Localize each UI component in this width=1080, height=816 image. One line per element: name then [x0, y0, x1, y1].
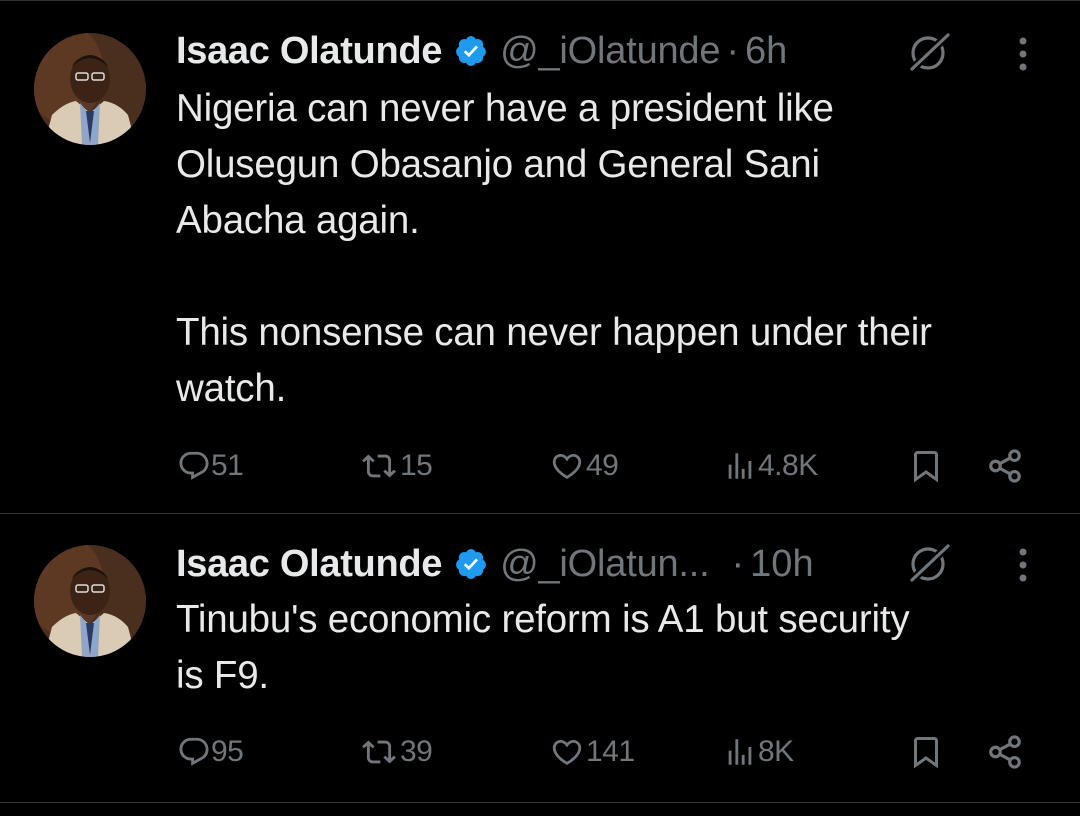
share-icon [989, 735, 1021, 769]
more-icon[interactable] [1018, 547, 1028, 583]
grok-icon[interactable] [906, 29, 952, 75]
like-count: 141 [586, 735, 635, 768]
tweet[interactable]: Isaac Olatunde @_iOlatunde · 6h Nigeria … [0, 0, 1080, 514]
repost-count: 15 [400, 449, 433, 482]
views-button[interactable]: 8K [722, 727, 794, 777]
reply-icon [179, 737, 209, 766]
share-button[interactable] [986, 441, 1024, 491]
bookmark-button[interactable] [908, 441, 944, 491]
tweet-actions: 51 15 49 4.8K [0, 441, 1080, 491]
bookmark-button[interactable] [908, 727, 944, 777]
reply-count: 51 [211, 449, 244, 482]
timestamp[interactable]: 6h [745, 30, 787, 73]
views-count: 8K [758, 735, 794, 768]
verified-badge-icon [456, 549, 486, 579]
separator-dot: · [726, 29, 739, 72]
bookmark-icon [914, 451, 938, 483]
reply-count: 95 [211, 735, 244, 768]
repost-button[interactable]: 39 [358, 727, 433, 777]
tweet[interactable]: Isaac Olatunde @_iOlatun... · 10h Tinubu… [0, 513, 1080, 803]
verified-badge-icon [456, 36, 486, 66]
repost-icon [362, 740, 396, 764]
like-button[interactable]: 49 [548, 441, 619, 491]
timestamp[interactable]: 10h [750, 543, 813, 586]
reply-button[interactable]: 51 [177, 441, 244, 491]
bookmark-icon [914, 737, 938, 769]
author-name[interactable]: Isaac Olatunde [176, 30, 442, 73]
avatar[interactable] [34, 545, 146, 657]
tweet-text: Nigeria can never have a president like … [176, 87, 932, 410]
reply-button[interactable]: 95 [177, 727, 244, 777]
repost-button[interactable]: 15 [358, 441, 433, 491]
views-icon [728, 453, 752, 479]
more-icon[interactable] [1018, 36, 1028, 72]
grok-icon[interactable] [906, 540, 952, 586]
repost-icon [362, 454, 396, 478]
like-icon [552, 739, 582, 765]
views-icon [728, 739, 752, 765]
author-handle[interactable]: @_iOlatunde [500, 30, 720, 73]
tweet-text: Tinubu's economic reform is A1 but secur… [176, 598, 910, 697]
share-icon [989, 449, 1021, 483]
like-button[interactable]: 141 [548, 727, 635, 777]
share-button[interactable] [986, 727, 1024, 777]
avatar[interactable] [34, 33, 146, 145]
author-handle[interactable]: @_iOlatun... [500, 543, 710, 586]
reply-icon [179, 451, 209, 480]
views-button[interactable]: 4.8K [722, 441, 818, 491]
views-count: 4.8K [758, 449, 818, 482]
separator-dot: · [731, 542, 745, 585]
like-count: 49 [586, 449, 619, 482]
like-icon [552, 453, 582, 479]
tweet-actions: 95 39 141 8K [0, 727, 1080, 777]
repost-count: 39 [400, 735, 433, 768]
author-name[interactable]: Isaac Olatunde [176, 543, 442, 586]
